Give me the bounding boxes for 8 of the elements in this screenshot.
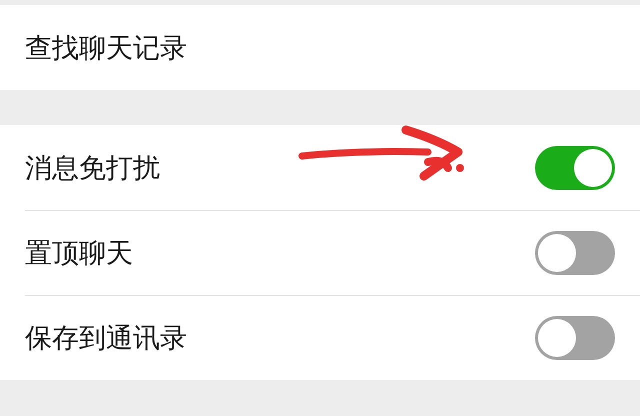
setting-label: 保存到通讯录 [25,322,187,356]
toggle-switch[interactable] [535,146,615,190]
setting-label: 消息免打扰 [25,152,160,186]
row-label: 查找聊天记录 [25,32,187,66]
settings-row[interactable]: 查找聊天记录 [0,5,640,90]
toggle-switch[interactable] [535,316,615,360]
setting-label: 置顶聊天 [25,236,133,270]
toggle-switch[interactable] [535,230,615,274]
